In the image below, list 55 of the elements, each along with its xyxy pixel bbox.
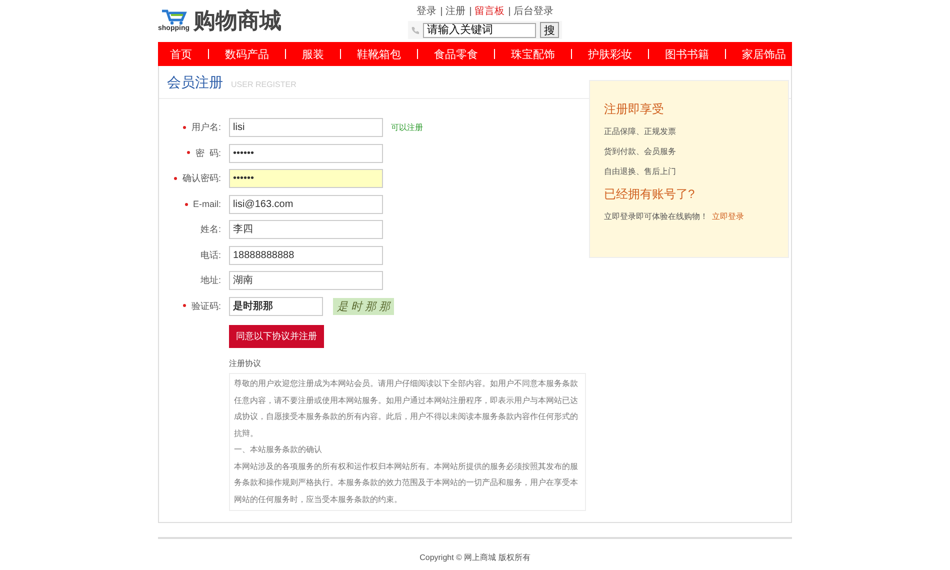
register-button[interactable]: 同意以下协议并注册 xyxy=(229,325,324,348)
login-link[interactable]: 立即登录 xyxy=(712,212,744,221)
panel-heading: 已经拥有账号了? xyxy=(604,186,696,203)
field-label: 地址: xyxy=(199,274,222,288)
benefit-text: 正品保障、正规发票 xyxy=(604,126,677,137)
field-hint: 可以注册 xyxy=(391,122,423,134)
nav-item[interactable]: 图书书籍 xyxy=(665,46,709,62)
captcha-field[interactable]: 是时那那 xyxy=(229,296,323,316)
field-label: 密 码: xyxy=(159,146,229,160)
benefit-text: 自由退换、售后上门 xyxy=(604,166,677,177)
field-label: 用户名: xyxy=(159,121,229,134)
search-field[interactable]: 请输入关键词 xyxy=(423,22,536,38)
nav-item[interactable]: 首页 xyxy=(170,46,192,62)
agreement-text: 一、本站服务条款的确认 xyxy=(234,444,323,456)
input-field[interactable]: lisi xyxy=(229,118,383,138)
agreement-title: 注册协议 xyxy=(229,358,262,369)
input-field[interactable]: lisi@163.com xyxy=(229,194,383,214)
nav-item[interactable]: 珠宝配饰 xyxy=(511,46,555,62)
field-label: 电话: xyxy=(199,248,222,262)
top-link[interactable]: 后台登录 xyxy=(514,4,554,18)
top-link[interactable]: 登录 xyxy=(416,4,436,18)
field-label: E-mail: xyxy=(159,199,229,210)
search-button[interactable]: 搜 xyxy=(540,22,559,38)
required-dot xyxy=(184,202,188,206)
input-field[interactable]: 18888888888 xyxy=(229,246,383,265)
login-note: 立即登录即可体验在线购物！ xyxy=(604,212,708,221)
required-dot xyxy=(183,304,186,308)
top-link[interactable]: 留言板 xyxy=(474,4,504,18)
field-label: 姓名: xyxy=(199,223,222,236)
nav-item[interactable]: 食品零食 xyxy=(434,46,478,62)
agreement-text: 尊敬的用户欢迎您注册成为本网站会员。请用户仔细阅读以下全部内容。如用户不同意本服务条款任意内容，请不要注册或使用本网站服务。如用户通过本网站注册程序，即表示用户与本网站已达成协议，自愿接受本服务条款的所有内容。此后，用户不得以未阅读本服务条款内容作任何形式的抗辩。 xyxy=(234,378,579,440)
page-title: 会员注册 xyxy=(167,74,223,92)
password-field[interactable]: •••••• xyxy=(229,144,383,163)
top-link[interactable]: 注册 xyxy=(446,4,466,18)
required-dot xyxy=(183,126,186,129)
phone-icon xyxy=(411,26,419,34)
nav-item[interactable]: 服装 xyxy=(302,46,324,62)
nav-item[interactable]: 护肤彩妆 xyxy=(588,46,632,62)
required-dot xyxy=(187,151,190,154)
nav-item[interactable]: 鞋靴箱包 xyxy=(357,46,401,62)
field-label: 确认密码: xyxy=(159,172,229,186)
password-field[interactable]: •••••• xyxy=(229,169,383,188)
field-label: 验证码: xyxy=(159,300,229,313)
required-dot xyxy=(174,176,178,180)
input-field[interactable]: 湖南 xyxy=(229,271,383,290)
captcha-image[interactable]: 是 时 那 那 xyxy=(333,298,394,315)
panel-heading: 注册即享受 xyxy=(604,101,665,118)
nav-item[interactable]: 家居饰品 xyxy=(742,46,786,62)
cart-icon xyxy=(160,9,188,25)
benefit-text: 货到付款、会员服务 xyxy=(604,146,677,157)
input-field[interactable]: 李四 xyxy=(229,220,383,240)
nav-item[interactable]: 数码产品 xyxy=(225,46,269,62)
agreement-text: 本网站涉及的各项服务的所有权和运作权归本网站所有。本网站所提供的服务必须按照其发布的服务条款和操作规则严格执行。本服务条款的效力范围及于本网站的一切产品和服务，用户在享受本网站的任何服务时，应当受本服务条款的约束。 xyxy=(234,460,579,506)
copyright-text: Copyright © 网上商城 版权所有 xyxy=(420,553,530,562)
logo-title: 购物商城 xyxy=(194,7,282,35)
